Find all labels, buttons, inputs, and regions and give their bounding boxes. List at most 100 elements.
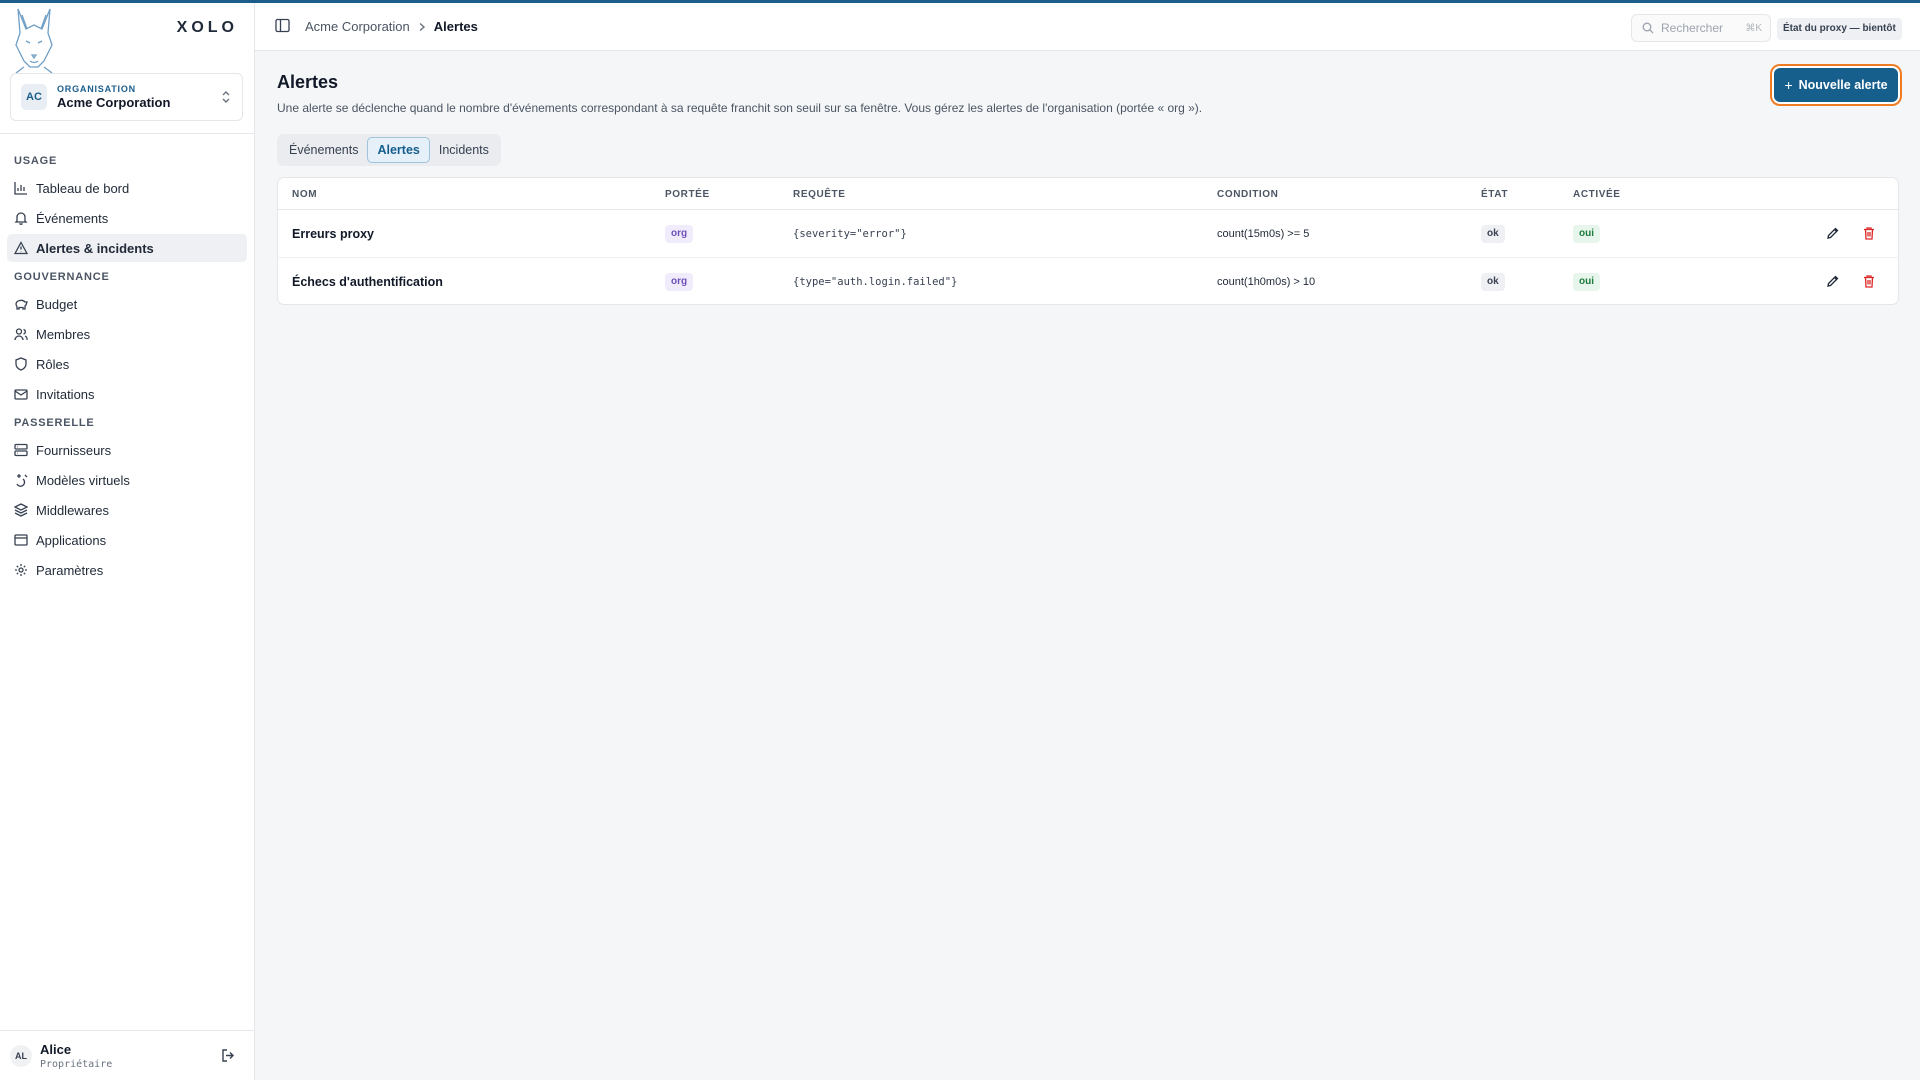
page-title: Alertes bbox=[277, 72, 339, 92]
sidebar-item-tableau-de-bord[interactable]: Tableau de bord bbox=[7, 174, 247, 202]
user-name: Alice bbox=[40, 1041, 72, 1057]
bell-icon bbox=[14, 212, 28, 225]
warning-triangle-icon bbox=[14, 241, 28, 255]
proxy-status-badge: État du proxy — bientôt bbox=[1777, 18, 1902, 40]
sidebar-item-label: Invitations bbox=[36, 386, 95, 402]
brand-name: XOLO bbox=[176, 19, 238, 36]
breadcrumb-org-link[interactable]: Acme Corporation bbox=[305, 19, 410, 34]
breadcrumb-current: Alertes bbox=[433, 19, 478, 34]
sidebar: XOLO AC ORGANISATION Acme Corporation US… bbox=[0, 3, 255, 1080]
org-label: ORGANISATION bbox=[57, 84, 136, 94]
sidebar-item-modeles-virtuels[interactable]: Modèles virtuels bbox=[7, 466, 247, 494]
chevron-up-down-icon bbox=[222, 91, 230, 103]
org-name: Acme Corporation bbox=[57, 95, 171, 110]
sidebar-toggle-icon[interactable] bbox=[275, 18, 290, 33]
brand: XOLO bbox=[0, 3, 254, 73]
org-avatar: AC bbox=[21, 84, 47, 110]
column-header-portee: PORTÉE bbox=[665, 189, 710, 200]
scope-badge: org bbox=[665, 273, 694, 291]
scope-cell: org bbox=[665, 210, 694, 258]
state-badge: ok bbox=[1481, 225, 1505, 243]
sidebar-item-label: Rôles bbox=[36, 356, 70, 372]
table-row: Échecs d'authentification org {type="aut… bbox=[278, 258, 1898, 304]
dog-logo-icon bbox=[15, 8, 53, 73]
sidebar-item-alertes-incidents[interactable]: Alertes & incidents bbox=[7, 234, 247, 262]
user-role: Propriétaire bbox=[40, 1058, 113, 1070]
tab-alertes[interactable]: Alertes bbox=[367, 137, 430, 163]
alert-query: {type="auth.login.failed"} bbox=[793, 276, 958, 288]
enabled-badge: oui bbox=[1573, 273, 1600, 291]
alerts-table: NOM PORTÉE REQUÊTE CONDITION ÉTAT ACTIVÉ… bbox=[277, 177, 1899, 305]
app-window-icon bbox=[14, 534, 28, 546]
edit-pencil-icon[interactable] bbox=[1826, 226, 1840, 240]
sidebar-item-budget[interactable]: Budget bbox=[7, 290, 247, 318]
search-shortcut: ⌘K bbox=[1745, 22, 1762, 34]
mail-icon bbox=[14, 389, 28, 400]
layers-icon bbox=[14, 503, 28, 517]
delete-trash-icon[interactable] bbox=[1862, 274, 1876, 288]
state-cell: ok bbox=[1481, 258, 1505, 304]
server-icon bbox=[14, 443, 28, 457]
piggy-bank-icon bbox=[15, 299, 28, 310]
plus-icon: + bbox=[1784, 77, 1793, 93]
sidebar-item-middlewares[interactable]: Middlewares bbox=[7, 496, 247, 524]
sidebar-item-roles[interactable]: Rôles bbox=[7, 350, 247, 378]
search-placeholder: Rechercher bbox=[1661, 21, 1724, 35]
gear-icon bbox=[15, 564, 27, 576]
search-input[interactable]: Rechercher ⌘K bbox=[1631, 14, 1771, 42]
alert-query: {severity="error"} bbox=[793, 228, 907, 240]
topbar: Acme Corporation Alertes Rechercher ⌘K É… bbox=[255, 3, 1920, 51]
shield-icon bbox=[15, 357, 27, 371]
sidebar-item-label: Fournisseurs bbox=[36, 442, 112, 458]
sidebar-item-label: Modèles virtuels bbox=[36, 472, 130, 488]
state-cell: ok bbox=[1481, 210, 1505, 258]
column-header-requete: REQUÊTE bbox=[793, 189, 846, 200]
sidebar-item-label: Budget bbox=[36, 296, 78, 312]
delete-trash-icon[interactable] bbox=[1862, 226, 1876, 240]
sidebar-nav: USAGE Tableau de bord Événements Alertes… bbox=[0, 146, 254, 586]
state-badge: ok bbox=[1481, 273, 1505, 291]
search-icon bbox=[1642, 22, 1654, 34]
sidebar-divider bbox=[0, 133, 254, 134]
table-row: Erreurs proxy org {severity="error"} cou… bbox=[278, 210, 1898, 258]
column-header-nom: NOM bbox=[292, 189, 318, 200]
column-header-etat: ÉTAT bbox=[1481, 189, 1509, 200]
sidebar-item-fournisseurs[interactable]: Fournisseurs bbox=[7, 436, 247, 464]
alert-name: Erreurs proxy bbox=[292, 227, 374, 241]
sidebar-item-label: Alertes & incidents bbox=[36, 240, 154, 256]
column-header-activee: ACTIVÉE bbox=[1573, 189, 1621, 200]
sidebar-item-label: Paramètres bbox=[36, 562, 104, 578]
nav-section-usage: USAGE bbox=[14, 155, 58, 167]
sidebar-item-label: Tableau de bord bbox=[36, 180, 130, 196]
page-description: Une alerte se déclenche quand le nombre … bbox=[277, 101, 1203, 115]
org-switcher[interactable]: AC ORGANISATION Acme Corporation bbox=[10, 73, 243, 121]
alert-condition: count(1h0m0s) > 10 bbox=[1217, 276, 1316, 288]
alert-name: Échecs d'authentification bbox=[292, 275, 443, 289]
sidebar-item-label: Applications bbox=[36, 532, 107, 548]
chevron-right-icon bbox=[419, 22, 425, 31]
sidebar-item-label: Membres bbox=[36, 326, 91, 342]
sidebar-item-invitations[interactable]: Invitations bbox=[7, 380, 247, 408]
sidebar-item-applications[interactable]: Applications bbox=[7, 526, 247, 554]
edit-pencil-icon[interactable] bbox=[1826, 274, 1840, 288]
scope-badge: org bbox=[665, 225, 694, 243]
breadcrumb: Acme Corporation Alertes bbox=[305, 19, 478, 34]
new-alert-button[interactable]: + Nouvelle alerte bbox=[1774, 68, 1898, 102]
tab-evenements[interactable]: Événements bbox=[280, 137, 367, 163]
bar-chart-icon bbox=[14, 182, 27, 195]
users-icon bbox=[14, 328, 28, 341]
tab-incidents[interactable]: Incidents bbox=[430, 137, 498, 163]
main-content: Alertes Une alerte se déclenche quand le… bbox=[255, 52, 1920, 1080]
logout-icon[interactable] bbox=[221, 1048, 236, 1063]
avatar: AL bbox=[10, 1044, 32, 1067]
sidebar-item-parametres[interactable]: Paramètres bbox=[7, 556, 247, 584]
enabled-cell: oui bbox=[1573, 210, 1600, 258]
alert-condition: count(15m0s) >= 5 bbox=[1217, 228, 1310, 240]
sparkle-model-icon bbox=[16, 474, 28, 487]
scope-cell: org bbox=[665, 258, 694, 304]
sidebar-item-evenements[interactable]: Événements bbox=[7, 204, 247, 232]
table-header: NOM PORTÉE REQUÊTE CONDITION ÉTAT ACTIVÉ… bbox=[278, 178, 1898, 210]
sidebar-item-label: Middlewares bbox=[36, 502, 109, 518]
new-alert-label: Nouvelle alerte bbox=[1798, 78, 1888, 92]
sidebar-item-membres[interactable]: Membres bbox=[7, 320, 247, 348]
